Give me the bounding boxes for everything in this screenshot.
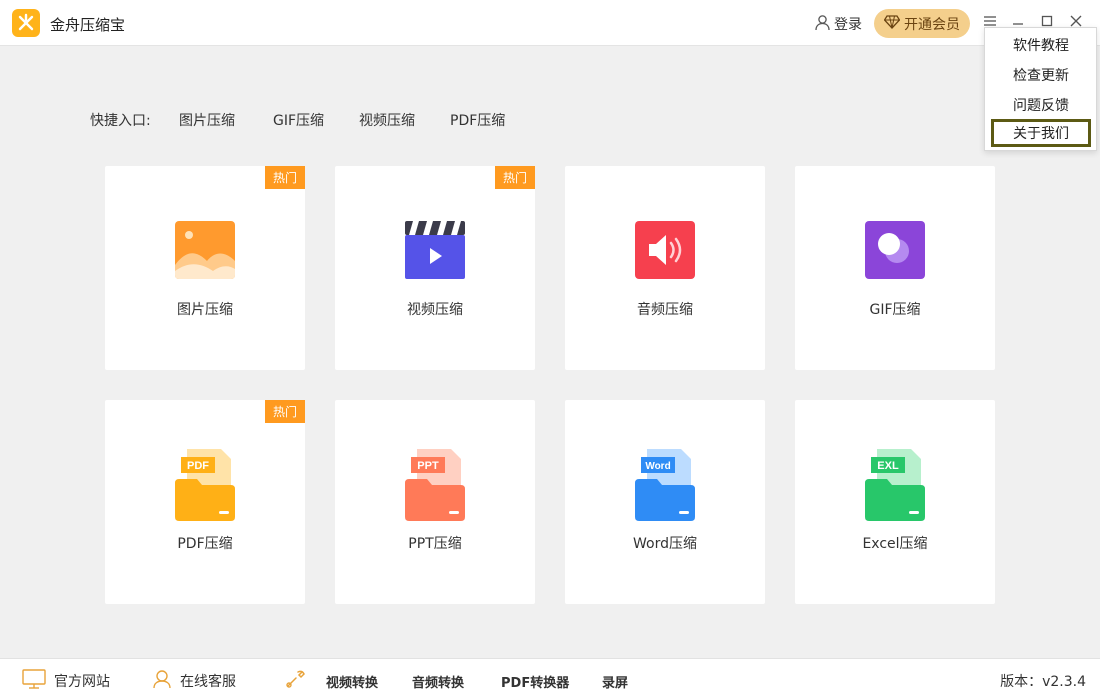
quick-link-video[interactable]: 视频压缩 (359, 110, 415, 130)
ppt-file-icon: PPT (405, 449, 465, 521)
pdf-file-icon: PDF (175, 449, 235, 521)
card-label: PDF压缩 (177, 536, 233, 552)
card-label: Word压缩 (633, 536, 697, 552)
quick-link-gif[interactable]: GIF压缩 (273, 110, 324, 130)
user-icon (814, 14, 831, 35)
card-word-compress[interactable]: Word Word压缩 (565, 400, 765, 604)
vip-label: 开通会员 (904, 16, 960, 33)
card-label: 图片压缩 (177, 302, 233, 318)
card-gif-compress[interactable]: GIF压缩 (795, 166, 995, 370)
official-website-label: 官方网站 (54, 674, 110, 690)
card-excel-compress[interactable]: EXL Excel压缩 (795, 400, 995, 604)
hot-badge: 热门 (265, 166, 305, 189)
audio-icon (635, 221, 695, 279)
menu-item-tutorial[interactable]: 软件教程 (991, 31, 1091, 59)
tool-pdf-converter[interactable]: PDF转换器 (501, 671, 569, 691)
online-support-link[interactable]: 在线客服 (152, 669, 236, 693)
login-label: 登录 (834, 17, 862, 33)
card-ppt-compress[interactable]: PPT PPT压缩 (335, 400, 535, 604)
tool-audio-convert[interactable]: 音频转换 (412, 671, 464, 691)
excel-file-icon: EXL (865, 449, 925, 521)
video-icon (405, 221, 465, 279)
menu-item-check-update[interactable]: 检查更新 (991, 61, 1091, 89)
card-label: 音频压缩 (637, 302, 693, 318)
svg-text:Word: Word (645, 461, 670, 472)
hot-badge: 热门 (265, 400, 305, 423)
word-file-icon: Word (635, 449, 695, 521)
wrench-icon (285, 669, 307, 693)
login-button[interactable]: 登录 (814, 14, 862, 34)
card-label: PPT压缩 (408, 536, 462, 552)
menu-item-about-us[interactable]: 关于我们 (991, 119, 1091, 147)
tools-icon-wrapper (285, 669, 307, 693)
footer-bar: 官方网站 在线客服 视频转换 音频转换 PDF转换器 录屏 版本：v2.3.4 (0, 658, 1100, 700)
tool-video-convert[interactable]: 视频转换 (326, 671, 378, 691)
image-icon (175, 221, 235, 279)
card-pdf-compress[interactable]: 热门 PDF PDF压缩 (105, 400, 305, 604)
tool-screen-record[interactable]: 录屏 (602, 671, 628, 691)
card-video-compress[interactable]: 热门 视频压缩 (335, 166, 535, 370)
quick-link-image[interactable]: 图片压缩 (179, 110, 235, 130)
menu-item-feedback[interactable]: 问题反馈 (991, 91, 1091, 119)
card-label: GIF压缩 (869, 302, 921, 318)
card-image-compress[interactable]: 热门 图片压缩 (105, 166, 305, 370)
app-title: 金舟压缩宝 (50, 16, 126, 34)
card-label: 视频压缩 (407, 302, 463, 318)
card-audio-compress[interactable]: 音频压缩 (565, 166, 765, 370)
online-support-label: 在线客服 (180, 674, 236, 690)
card-label: Excel压缩 (862, 536, 928, 552)
monitor-icon (22, 669, 46, 693)
app-logo (12, 9, 40, 37)
support-icon (152, 669, 172, 693)
svg-text:EXL: EXL (877, 460, 899, 472)
title-bar: 金舟压缩宝 登录 开通会员 (0, 0, 1100, 46)
vip-button[interactable]: 开通会员 (874, 9, 970, 38)
gif-icon (865, 221, 925, 279)
settings-dropdown: 软件教程 检查更新 问题反馈 关于我们 (984, 27, 1097, 151)
svg-text:PDF: PDF (187, 460, 209, 472)
official-website-link[interactable]: 官方网站 (22, 669, 110, 693)
svg-text:PPT: PPT (417, 460, 439, 472)
version-label: 版本：v2.3.4 (1000, 674, 1086, 690)
quick-link-pdf[interactable]: PDF压缩 (450, 110, 505, 130)
quick-entry-label: 快捷入口: (90, 113, 151, 129)
diamond-icon (883, 14, 901, 33)
hot-badge: 热门 (495, 166, 535, 189)
